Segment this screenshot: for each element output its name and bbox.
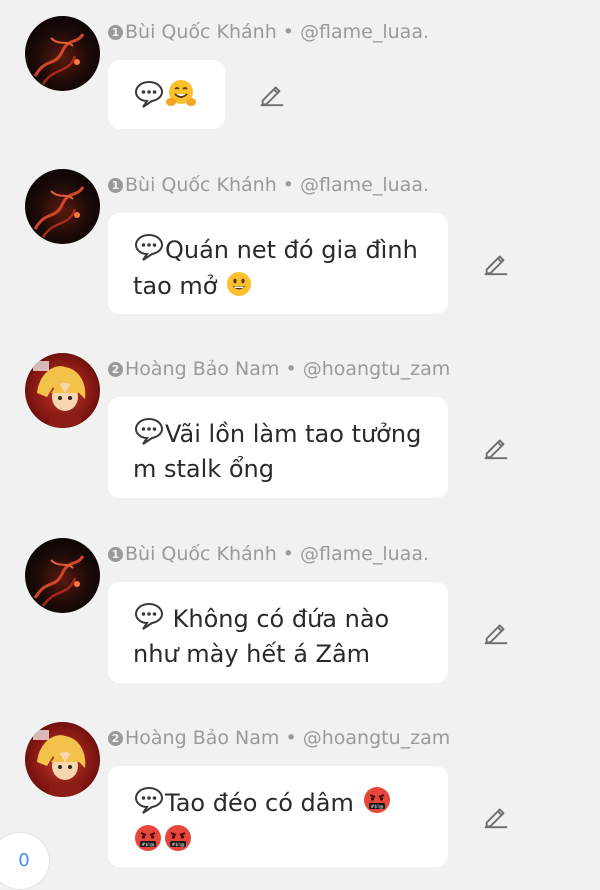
edit-icon[interactable] [482,618,510,646]
author-handle[interactable]: @hoangtu_zam [303,358,451,380]
avatar[interactable] [25,16,100,91]
speech-balloon-icon [133,232,165,270]
svg-text:#$!@: #$!@ [370,804,383,810]
message-header: 1 Bùi Quốc Khánh • @flame_luaa. [108,541,429,567]
message-text-line-1: Vãi lồn làm tao tưởng [165,420,422,448]
message-bubble[interactable] [108,60,225,129]
grinning-face-icon [225,270,253,306]
speech-balloon-icon [133,601,165,639]
author-handle[interactable]: @flame_luaa. [300,174,429,196]
edit-icon[interactable] [482,249,510,277]
svg-text:#$!@: #$!@ [172,842,185,848]
message-bubble[interactable]: Quán net đó gia đình tao mở [108,213,448,314]
svg-text:#$!@: #$!@ [142,842,155,848]
separator: • [282,174,294,196]
separator: • [285,358,297,380]
hugging-face-icon [165,79,197,117]
message-text-line-1: Tao đéo có dâm [165,789,354,817]
cursing-face-icon: #$!@ [133,823,163,861]
message-text-line-1: Quán net đó gia đình [165,236,418,264]
avatar[interactable] [25,169,100,244]
author-name[interactable]: Bùi Quốc Khánh [125,543,277,565]
avatar[interactable] [25,353,100,428]
separator: • [282,543,294,565]
avatar[interactable] [25,538,100,613]
cursing-face-icon: #$!@ [362,785,392,823]
rank-badge: 1 [108,178,123,193]
rank-badge: 1 [108,25,123,40]
cursing-face-icon: #$!@ [163,823,193,861]
message-text-line-2: m stalk ổng [133,455,274,483]
separator: • [282,21,294,43]
rank-badge: 2 [108,362,123,377]
message-header: 1 Bùi Quốc Khánh • @flame_luaa. [108,172,429,198]
message-text-line-1: Không có đứa nào [165,605,390,633]
edit-icon[interactable] [482,802,510,830]
edit-icon[interactable] [258,80,286,108]
avatar[interactable] [25,722,100,797]
author-name[interactable]: Bùi Quốc Khánh [125,21,277,43]
author-name[interactable]: Bùi Quốc Khánh [125,174,277,196]
message-bubble[interactable]: Vãi lồn làm tao tưởng m stalk ổng [108,397,448,498]
message-text-line-2: như mày hết á Zâm [133,640,371,668]
author-handle[interactable]: @flame_luaa. [300,21,429,43]
author-name[interactable]: Hoàng Bảo Nam [125,727,279,749]
author-name[interactable]: Hoàng Bảo Nam [125,358,279,380]
message-header: 1 Bùi Quốc Khánh • @flame_luaa. [108,19,429,45]
author-handle[interactable]: @flame_luaa. [300,543,429,565]
message-header: 2 Hoàng Bảo Nam • @hoangtu_zam [108,356,450,382]
speech-balloon-icon [133,785,165,823]
separator: • [285,727,297,749]
rank-badge: 2 [108,731,123,746]
speech-balloon-icon [133,416,165,454]
rank-badge: 1 [108,547,123,562]
edit-icon[interactable] [482,433,510,461]
unread-counter[interactable]: 0 [0,832,50,890]
message-text-line-2: tao mở [133,272,218,300]
message-bubble[interactable]: Tao đéo có dâm #$!@ #$!@ #$!@ [108,766,448,867]
author-handle[interactable]: @hoangtu_zam [303,727,451,749]
message-bubble[interactable]: Không có đứa nào như mày hết á Zâm [108,582,448,683]
message-header: 2 Hoàng Bảo Nam • @hoangtu_zam [108,725,450,751]
speech-balloon-icon [133,79,165,117]
